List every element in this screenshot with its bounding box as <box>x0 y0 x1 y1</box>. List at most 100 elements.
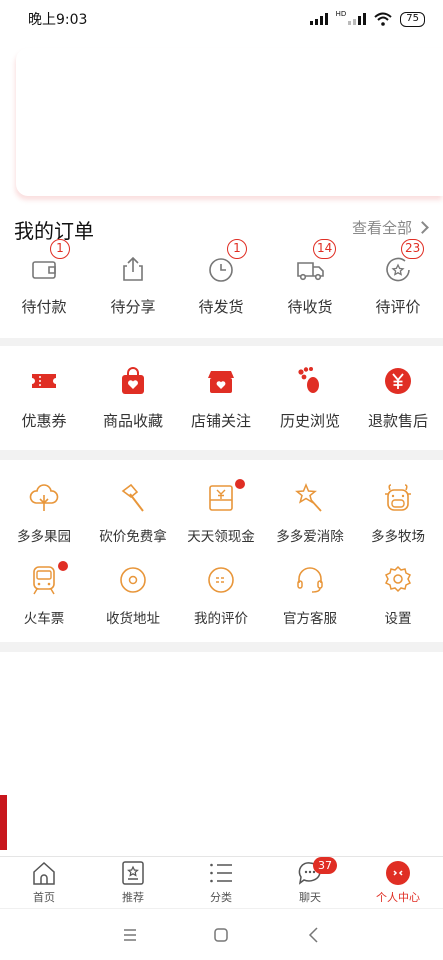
coupon-icon <box>32 374 56 388</box>
wallet-icon <box>32 261 56 279</box>
order-badge: 14 <box>313 239 337 259</box>
status-time: 晚上9:03 <box>28 12 88 28</box>
wifi-icon <box>374 12 392 26</box>
battery-indicator: 75 <box>400 11 425 27</box>
order-label: 待发货 <box>198 298 244 316</box>
favorite-bag-icon <box>122 367 144 394</box>
chevron-right-icon <box>416 221 429 234</box>
footprint-icon <box>298 367 319 393</box>
view-all-orders-link[interactable]: 查看全部 <box>351 217 429 238</box>
svc-label: 退款售后 <box>367 412 428 430</box>
tool-label: 收货地址 <box>106 611 160 627</box>
profile-icon <box>386 861 410 885</box>
order-pending-share[interactable]: 待分享 <box>89 254 177 317</box>
tool-bargain[interactable]: 砍价免费拿 <box>89 482 177 545</box>
favorites-button[interactable]: 商品收藏 <box>89 366 177 431</box>
services-section: 优惠券 商品收藏 店铺关注 历史浏览 退款售后 <box>0 346 443 450</box>
tab-label: 分类 <box>210 891 232 904</box>
tool-label: 多多爱消除 <box>276 529 344 545</box>
signal-icon <box>309 13 328 25</box>
tool-orchard[interactable]: 多多果园 <box>0 482 88 545</box>
svc-label: 店铺关注 <box>190 412 251 430</box>
tab-label: 聊天 <box>299 891 321 904</box>
clock-icon <box>209 258 233 282</box>
cow-icon <box>385 484 411 511</box>
tool-shipping-address[interactable]: 收货地址 <box>89 564 177 627</box>
tab-label: 个人中心 <box>376 891 420 904</box>
order-badge: 1 <box>50 239 70 259</box>
tool-settings[interactable]: 设置 <box>354 564 442 627</box>
tab-home[interactable]: 首页 <box>0 857 88 909</box>
tab-label: 推荐 <box>122 891 144 904</box>
svc-label: 历史浏览 <box>279 412 340 430</box>
store-icon <box>208 371 234 393</box>
tool-my-reviews[interactable]: 我的评价 <box>177 564 265 627</box>
tab-chat[interactable]: 37 聊天 <box>266 857 354 909</box>
tool-label: 多多果园 <box>17 529 71 545</box>
tool-label: 官方客服 <box>283 611 337 627</box>
orders-section: 我的订单 查看全部 1 待付款 待分享 1 待发货 14 待收货 23 待评价 <box>0 210 443 338</box>
gear-icon <box>384 565 412 593</box>
coupons-button[interactable]: 优惠券 <box>0 366 88 431</box>
status-bar: 晚上9:03 HD 75 <box>0 0 443 38</box>
home-icon <box>33 861 55 885</box>
headset-icon <box>297 567 323 593</box>
order-pending-receipt[interactable]: 14 待收货 <box>266 239 354 317</box>
bottom-tab-bar: 首页 推荐 分类 37 聊天 个人中心 <box>0 856 443 908</box>
tool-ranch[interactable]: 多多牧场 <box>354 482 442 545</box>
view-all-label: 查看全部 <box>351 219 412 237</box>
system-nav-bar <box>0 908 443 960</box>
home-square-icon[interactable] <box>209 923 233 947</box>
recommendation-panel <box>0 652 443 856</box>
followed-stores-button[interactable]: 店铺关注 <box>177 366 265 431</box>
back-icon[interactable] <box>302 923 326 947</box>
hd-label: HD <box>335 9 347 18</box>
location-icon <box>120 567 146 593</box>
status-icons: HD 75 <box>309 9 425 27</box>
order-badge: 1 <box>227 239 247 259</box>
tool-daily-cash[interactable]: 天天领现金 <box>177 479 265 545</box>
refund-icon <box>385 368 411 394</box>
side-promo-edge[interactable] <box>0 795 7 850</box>
star-wand-icon <box>295 483 322 512</box>
history-button[interactable]: 历史浏览 <box>266 366 354 431</box>
tools-section: 多多果园 砍价免费拿 天天领现金 多多爱消除 多多牧场 火车票 收货地址 我的评… <box>0 460 443 642</box>
order-label: 待分享 <box>110 298 156 316</box>
unread-badge: 37 <box>313 857 337 874</box>
order-pending-shipment[interactable]: 1 待发货 <box>177 239 265 317</box>
tool-match-game[interactable]: 多多爱消除 <box>266 482 354 545</box>
cash-envelope-icon <box>209 485 233 511</box>
train-icon <box>33 566 55 595</box>
order-label: 待评价 <box>375 298 421 316</box>
notification-dot <box>235 479 245 489</box>
tab-recommend[interactable]: 推荐 <box>89 857 177 909</box>
comment-icon <box>208 567 234 593</box>
recommend-icon <box>122 861 144 885</box>
category-icon <box>210 863 232 883</box>
tool-customer-service[interactable]: 官方客服 <box>266 564 354 627</box>
tree-icon <box>29 484 59 511</box>
tab-profile[interactable]: 个人中心 <box>354 857 442 909</box>
tool-label: 多多牧场 <box>371 529 425 545</box>
tab-category[interactable]: 分类 <box>177 857 265 909</box>
order-badge: 23 <box>401 239 425 259</box>
notification-dot <box>58 561 68 571</box>
svc-label: 优惠券 <box>21 412 67 430</box>
menu-icon[interactable] <box>118 923 142 947</box>
tool-label: 砍价免费拿 <box>99 529 167 545</box>
order-pending-payment[interactable]: 1 待付款 <box>0 239 88 317</box>
tool-label: 设置 <box>384 611 412 627</box>
axe-icon <box>121 483 144 512</box>
tool-train-ticket[interactable]: 火车票 <box>0 561 88 627</box>
order-pending-review[interactable]: 23 待评价 <box>354 239 442 317</box>
tool-label: 天天领现金 <box>187 529 255 545</box>
tool-label: 我的评价 <box>194 611 248 627</box>
signal-icon-2 <box>348 13 367 25</box>
profile-card[interactable] <box>16 48 443 196</box>
tab-label: 首页 <box>33 891 55 904</box>
tool-label: 火车票 <box>23 611 65 627</box>
order-label: 待付款 <box>21 298 67 316</box>
svc-label: 商品收藏 <box>102 412 163 430</box>
order-label: 待收货 <box>287 298 333 316</box>
refund-aftersales-button[interactable]: 退款售后 <box>354 366 442 431</box>
